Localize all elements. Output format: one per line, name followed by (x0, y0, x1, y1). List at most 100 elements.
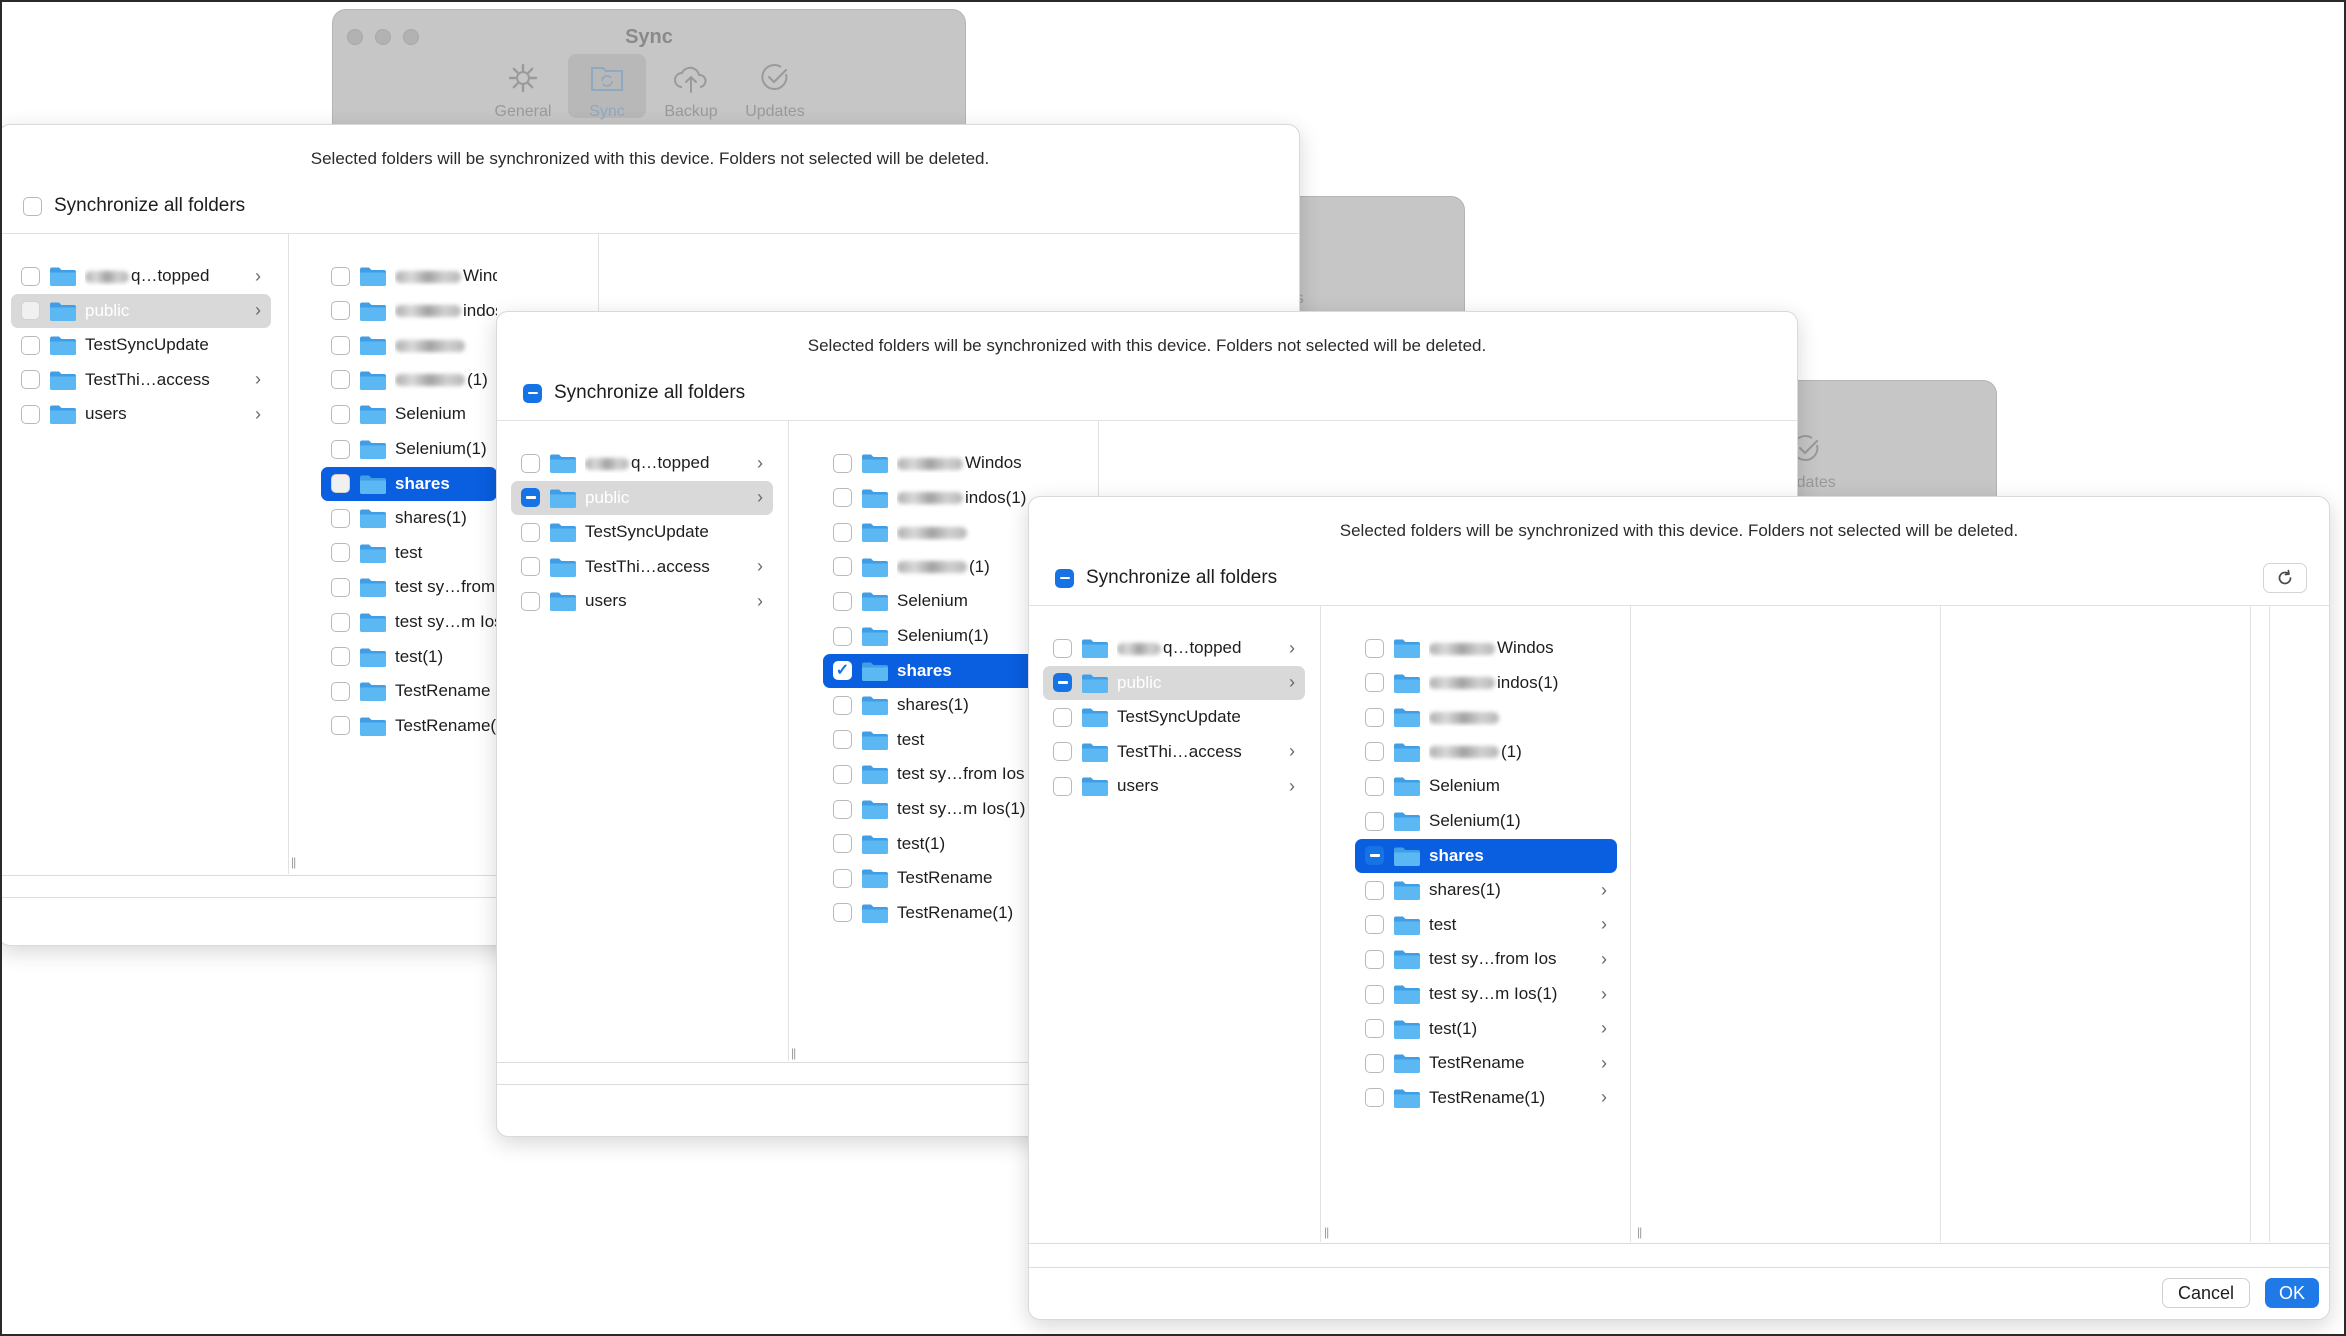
folder-checkbox[interactable] (521, 522, 540, 542)
toolbar-updates[interactable]: Updates (736, 54, 814, 120)
subfolder-row[interactable]: Windos (1355, 631, 1617, 665)
subfolder-row[interactable]: test sy…from (321, 570, 497, 604)
sync-all-check[interactable] (1055, 568, 1074, 588)
sync-all-check[interactable] (523, 383, 542, 403)
subfolder-row[interactable] (1355, 700, 1617, 734)
subfolder-row[interactable]: shares(1) › (1355, 873, 1617, 907)
folder-checkbox[interactable] (1365, 707, 1384, 727)
subfolder-row[interactable]: test(1) (321, 640, 497, 674)
folder-checkbox[interactable] (833, 799, 852, 819)
folder-checkbox[interactable] (833, 695, 852, 715)
column-resize-grip[interactable]: || (1324, 1225, 1329, 1239)
subfolder-row[interactable]: Selenium(1) (1355, 804, 1617, 838)
folder-checkbox[interactable] (331, 681, 350, 701)
root-folder-row[interactable]: public › (11, 293, 271, 328)
folder-checkbox[interactable] (833, 903, 852, 923)
folder-checkbox[interactable] (521, 453, 540, 473)
folder-checkbox[interactable] (833, 834, 852, 854)
subfolder-row[interactable]: test sy…m Ios (321, 605, 497, 639)
folder-checkbox[interactable] (1365, 638, 1384, 658)
subfolder-row[interactable]: TestRename (321, 674, 497, 708)
folder-checkbox[interactable] (1053, 707, 1072, 727)
subfolder-row[interactable]: Selenium (1355, 769, 1617, 803)
folder-checkbox[interactable] (1365, 846, 1384, 866)
subfolder-row[interactable]: Windos (823, 446, 1085, 480)
folder-checkbox[interactable] (833, 591, 852, 611)
folder-checkbox[interactable] (1365, 742, 1384, 762)
folder-checkbox[interactable] (331, 612, 350, 632)
subfolder-row[interactable]: (1) (1355, 735, 1617, 769)
folder-checkbox[interactable] (331, 577, 350, 597)
subfolder-row[interactable]: shares (321, 466, 497, 501)
folder-checkbox[interactable] (331, 266, 350, 286)
folder-checkbox[interactable] (331, 716, 350, 736)
subfolder-row[interactable]: shares (1355, 838, 1617, 873)
subfolder-row[interactable]: Selenium(1) (321, 432, 497, 466)
ok-button[interactable]: OK (2265, 1278, 2319, 1308)
folder-checkbox[interactable] (331, 370, 350, 390)
toolbar-sync[interactable]: Sync (568, 54, 646, 120)
subfolder-row[interactable]: test sy…from Ios › (1355, 942, 1617, 976)
root-folder-row[interactable]: TestThi…access › (11, 363, 271, 397)
subfolder-row[interactable]: TestRename( (321, 709, 497, 743)
subfolder-row[interactable]: indos(1) (321, 294, 497, 328)
folder-checkbox[interactable] (1365, 984, 1384, 1004)
folder-checkbox[interactable] (1365, 673, 1384, 693)
subfolder-row[interactable]: Selenium (321, 397, 497, 431)
folder-checkbox[interactable] (833, 730, 852, 750)
root-folder-row[interactable]: q…topped › (1043, 631, 1305, 665)
sync-all-checkbox[interactable]: Synchronize all folders (1055, 567, 1277, 589)
root-folder-row[interactable]: public › (511, 480, 773, 515)
folder-checkbox[interactable] (21, 370, 40, 390)
subfolder-row[interactable]: test › (1355, 908, 1617, 942)
column-resize-grip[interactable]: || (791, 1046, 796, 1060)
folder-checkbox[interactable] (833, 488, 852, 508)
folder-checkbox[interactable] (331, 474, 350, 494)
folder-checkbox[interactable] (1053, 638, 1072, 658)
cancel-button[interactable]: Cancel (2162, 1278, 2250, 1308)
folder-checkbox[interactable] (331, 301, 350, 321)
folder-checkbox[interactable] (833, 626, 852, 646)
folder-checkbox[interactable] (331, 647, 350, 667)
folder-checkbox[interactable]: ✓ (833, 661, 852, 681)
folder-checkbox[interactable] (331, 404, 350, 424)
folder-checkbox[interactable] (331, 335, 350, 355)
root-folder-row[interactable]: TestThi…access › (511, 550, 773, 584)
folder-checkbox[interactable] (521, 557, 540, 577)
refresh-button[interactable] (2263, 563, 2307, 593)
subfolder-row[interactable]: test sy…m Ios(1) › (1355, 977, 1617, 1011)
folder-checkbox[interactable] (1053, 776, 1072, 796)
root-folder-row[interactable]: q…topped › (11, 259, 271, 293)
root-folder-row[interactable]: TestSyncUpdate (11, 328, 271, 362)
folder-checkbox[interactable] (1365, 811, 1384, 831)
root-folder-row[interactable]: TestSyncUpdate (1043, 700, 1305, 734)
root-folder-row[interactable]: users › (1043, 769, 1305, 803)
folder-checkbox[interactable] (331, 543, 350, 563)
subfolder-row[interactable]: TestRename › (1355, 1046, 1617, 1080)
folder-checkbox[interactable] (331, 439, 350, 459)
root-folder-row[interactable]: users › (11, 397, 271, 431)
folder-checkbox[interactable] (833, 764, 852, 784)
folder-checkbox[interactable] (1365, 880, 1384, 900)
root-folder-row[interactable]: TestSyncUpdate (511, 515, 773, 549)
folder-checkbox[interactable] (21, 266, 40, 286)
toolbar-general[interactable]: General (484, 54, 562, 120)
column-resize-grip[interactable]: || (291, 855, 296, 869)
subfolder-row[interactable] (321, 328, 497, 362)
folder-checkbox[interactable] (1365, 915, 1384, 935)
root-folder-row[interactable]: public › (1043, 665, 1305, 700)
folder-checkbox[interactable] (1365, 949, 1384, 969)
subfolder-row[interactable]: Windos (321, 259, 497, 293)
sync-all-checkbox[interactable]: Synchronize all folders (23, 195, 245, 217)
folder-checkbox[interactable] (1053, 742, 1072, 762)
folder-checkbox[interactable] (21, 301, 40, 321)
subfolder-row[interactable]: (1) (321, 363, 497, 397)
column-resize-grip-2[interactable]: || (1637, 1225, 1642, 1239)
folder-checkbox[interactable] (833, 557, 852, 577)
folder-checkbox[interactable] (331, 508, 350, 528)
root-folder-row[interactable]: users › (511, 584, 773, 618)
sync-all-check[interactable] (23, 196, 42, 216)
folder-checkbox[interactable] (1365, 1088, 1384, 1108)
folder-checkbox[interactable] (1365, 1019, 1384, 1039)
root-folder-row[interactable]: q…topped › (511, 446, 773, 480)
